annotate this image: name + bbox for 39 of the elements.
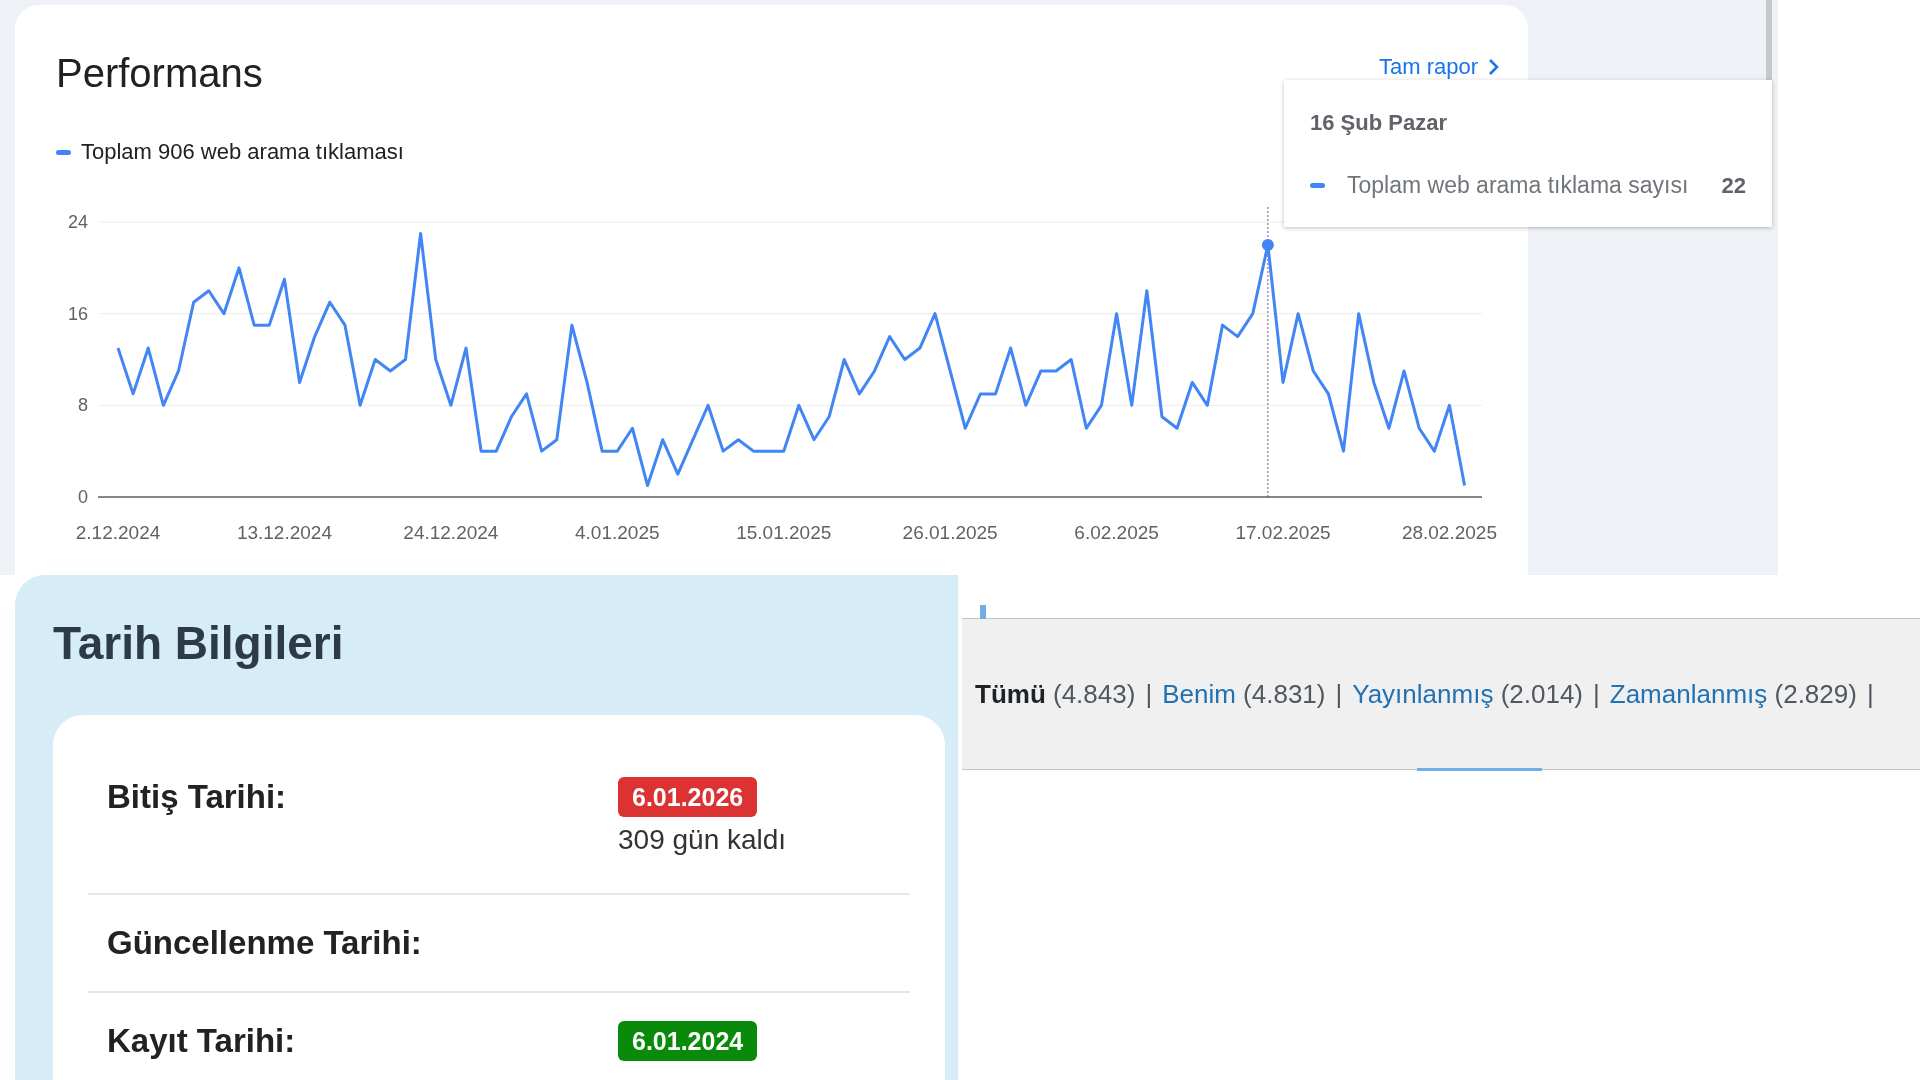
tooltip-label: Toplam web arama tıklama sayısı (1347, 172, 1690, 199)
separator: | (1593, 678, 1600, 710)
axis-label: 17.02.2025 (1235, 522, 1331, 543)
tooltip-value: 22 (1721, 172, 1746, 199)
filter-link[interactable]: Benim (4.831) (1162, 678, 1326, 710)
legend-marker (1310, 183, 1325, 188)
hover-point (1261, 238, 1274, 251)
axis-label: 16 (67, 303, 88, 324)
axis-label: 0 (78, 487, 88, 507)
axis-label: 24.12.2024 (403, 522, 499, 543)
filter-link[interactable]: Tümü (4.843) (975, 678, 1136, 710)
full-report-link[interactable]: Tam rapor (1378, 55, 1500, 79)
filter-link[interactable]: Yayınlanmış (2.014) (1352, 678, 1583, 710)
axis-label: 26.01.2025 (902, 522, 998, 543)
field-label: Güncellenme Tarihi: (107, 923, 423, 963)
panel-title: Tarih Bilgileri (53, 617, 345, 669)
axis-label: 6.02.2025 (1074, 522, 1159, 543)
tab-indicator (980, 605, 986, 619)
legend-label: Toplam 906 web arama tıklaması (81, 139, 404, 165)
axis-label: 28.02.2025 (1401, 522, 1497, 543)
axis-label: 15.01.2025 (736, 522, 832, 543)
card-title: Performans (56, 53, 263, 93)
axis-label: 2.12.2024 (75, 522, 161, 543)
separator: | (1866, 678, 1874, 710)
date-badge: 6.01.2026 (618, 777, 758, 817)
separator: | (1145, 678, 1153, 710)
axis-label: 13.12.2024 (236, 522, 332, 543)
axis-label: 24 (67, 212, 88, 232)
tooltip-date: 16 Şub Pazar (1310, 110, 1448, 136)
field-label: Bitiş Tarihi: (107, 777, 288, 817)
date-badge: 6.01.2024 (618, 1021, 758, 1061)
axis-label: 4.01.2025 (575, 522, 660, 543)
axis-label: 8 (78, 395, 88, 416)
separator: | (1335, 678, 1343, 710)
filter-link[interactable]: Zamanlanmış (2.829) (1609, 678, 1857, 710)
chevron-right-icon (1488, 58, 1500, 76)
field-label: Kayıt Tarihi: (107, 1021, 297, 1061)
legend-marker (56, 149, 71, 155)
days-remaining: 309 gün kaldı (618, 823, 787, 857)
